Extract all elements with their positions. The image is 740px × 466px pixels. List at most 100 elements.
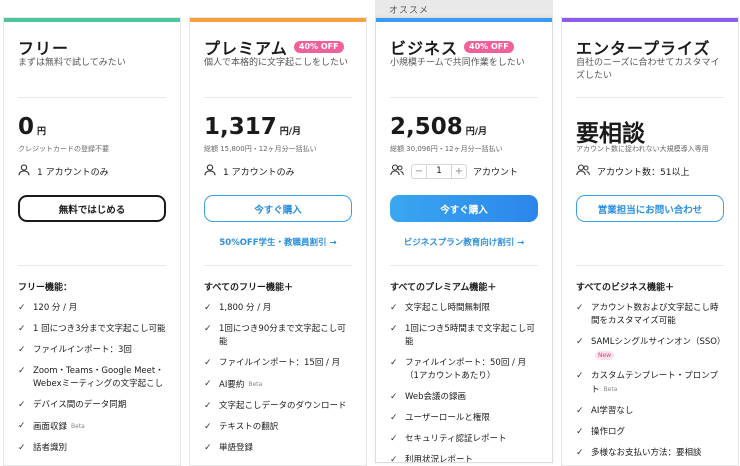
discount-badge: 40% OFF: [464, 41, 514, 53]
plan-accent-bar: [190, 18, 366, 22]
price-value: 0: [18, 114, 35, 140]
feature-label: 話者識別: [33, 443, 68, 453]
discount-badge: 40% OFF: [293, 41, 344, 53]
account-label: アカウント数：51以上: [597, 168, 690, 178]
feature-label: デバイス間のデータ同期: [33, 400, 127, 410]
feature-label: 文字起こし時間無制限: [405, 303, 491, 313]
plan-card-free: フリー まずは無料で試してみたい 0 円クレジットカードの登録不要 1 アカウントのみ無…: [3, 17, 181, 466]
check-icon: ✓: [18, 345, 26, 355]
plan-name: エンタープライズ: [576, 39, 711, 58]
plan-card-enterprise: エンタープライズ 自社のニーズに合わせてカスタマイズしたい 要相談 アカウント数に捉わ…: [561, 17, 739, 466]
account-info: −1 + アカウント: [390, 164, 538, 179]
feature-text: 単語登録: [219, 442, 253, 455]
feature-item: ✓ デバイス間のデータ同期: [18, 399, 166, 412]
cta-button[interactable]: 今すぐ購入: [390, 195, 538, 222]
feature-label: AI学習なし: [591, 406, 634, 416]
feature-item: ✓ 多様なお支払い方法：要相談: [576, 447, 724, 460]
feature-item: ✓ アカウント数および文字起こし時間をカスタマイズ可能: [576, 302, 724, 328]
plan-card-business: ビジネス 40% OFF 小規模チームで共同作業をしたい 2,508 円/月総額 30,…: [375, 17, 553, 463]
features-heading: フリー機能：: [18, 283, 73, 293]
quantity-value[interactable]: 1: [426, 165, 452, 178]
decrement-button[interactable]: −: [412, 165, 426, 178]
feature-label: テキストの翻訳: [219, 422, 279, 432]
check-icon: ✓: [576, 406, 584, 416]
feature-text: ファイルインポート：50回 / 月（1アカウントあたり）: [405, 357, 538, 383]
price-note: 総額 30,096円・12ヶ月分一括払い: [390, 145, 503, 153]
feature-label: ファイルインポート：3回: [33, 345, 132, 355]
check-icon: ✓: [204, 358, 212, 368]
user-icon: [204, 164, 223, 179]
quantity-stepper[interactable]: −1 +: [411, 164, 467, 179]
feature-item: ✓ 文字起こしデータのダウンロード: [204, 400, 352, 413]
beta-tag: Beta: [603, 386, 618, 393]
price-row: 1,317 円/月: [204, 114, 301, 140]
price-row: 2,508 円/月: [390, 114, 487, 140]
check-icon: ✓: [390, 358, 398, 368]
feature-item: ✓ 利用状況レポート: [390, 454, 538, 462]
check-icon: ✓: [204, 422, 212, 432]
divider: [390, 97, 538, 98]
feature-text: ファイルインポート：3回: [33, 344, 132, 357]
feature-text: AI要約 Beta: [219, 378, 262, 392]
price-row: 0円: [18, 114, 46, 140]
check-icon: ✓: [18, 324, 26, 334]
plan-description: 個人で本格的に文字起こしをしたい: [204, 58, 349, 68]
users-icon: [390, 164, 411, 179]
discount-link[interactable]: ビジネスプラン教育向け割引 →: [390, 236, 538, 248]
plan-description: 小規模チームで共同作業をしたい: [390, 58, 525, 68]
check-icon: ✓: [576, 303, 584, 313]
feature-text: 利用状況レポート: [405, 454, 473, 462]
feature-list: ✓ 120 分 / 月 ✓ 1 回につき3分まで文字起こし可能 ✓ ファイルインポート：3…: [18, 302, 166, 455]
feature-text: ユーザーロールと権限: [405, 412, 490, 425]
feature-item: ✓ ファイルインポート：50回 / 月（1アカウントあたり）: [390, 357, 538, 383]
check-icon: ✓: [18, 303, 26, 313]
feature-item: ✓ Web会議の録画: [390, 391, 538, 404]
cta-button[interactable]: 無料ではじめる: [18, 195, 166, 222]
feature-item: ✓ セキュリティ認証レポート: [390, 433, 538, 446]
feature-label: Zoom・Teams・Google Meet・Webexミーティングの文字起こし: [33, 366, 164, 389]
cta-button[interactable]: 営業担当にお問い合わせ: [576, 195, 724, 222]
plan-header: プレミアム 40% OFF: [204, 35, 344, 59]
feature-item: ✓ ファイルインポート：3回: [18, 344, 166, 357]
divider: [576, 97, 724, 98]
feature-item: ✓ カスタムテンプレート・プロンプト Beta: [576, 370, 724, 397]
feature-label: 120 分 / 月: [33, 303, 78, 313]
divider: [204, 265, 352, 266]
price-row: 要相談: [576, 114, 645, 148]
plan-header: ビジネス 40% OFF: [390, 35, 514, 59]
feature-item: ✓ 1 回につき3分まで文字起こし可能: [18, 323, 166, 336]
feature-text: 1回につき5時間まで文字起こし可能: [405, 323, 538, 349]
feature-item: ✓ 操作ログ: [576, 426, 724, 439]
check-icon: ✓: [576, 427, 584, 437]
check-icon: ✓: [204, 303, 212, 313]
feature-item: ✓ Zoom・Teams・Google Meet・Webexミーティングの文字起こ…: [18, 365, 166, 391]
feature-section: すべてのビジネス機能＋ ✓ アカウント数および文字起こし時間をカスタマイズ可能 ✓ SA…: [576, 280, 726, 465]
feature-label: 単語登録: [219, 443, 254, 453]
feature-item: ✓ テキストの翻訳: [204, 421, 352, 434]
divider: [18, 265, 166, 266]
feature-text: テキストの翻訳: [219, 421, 278, 434]
discount-link[interactable]: 50%OFF学生・教職員割引 →: [204, 236, 352, 248]
check-icon: ✓: [18, 443, 26, 453]
feature-text: デバイス間のデータ同期: [33, 399, 126, 412]
feature-section: フリー機能： ✓ 120 分 / 月 ✓ 1 回につき3分まで文字起こし可能 ✓ ファイルイ…: [18, 280, 166, 463]
new-tag: New: [595, 351, 615, 360]
beta-tag: Beta: [71, 423, 85, 430]
feature-text: 1回につき90分まで文字起こし可能: [219, 323, 352, 349]
divider: [576, 265, 724, 266]
cta-button[interactable]: 今すぐ購入: [204, 195, 352, 222]
plan-description: 自社のニーズに合わせてカスタマイズしたい: [576, 58, 720, 81]
feature-item: ✓ 画面収録 Beta: [18, 420, 166, 434]
plan-name: フリー: [18, 39, 70, 58]
check-icon: ✓: [390, 413, 398, 423]
account-label: 1 アカウントのみ: [37, 168, 109, 178]
check-icon: ✓: [576, 371, 584, 381]
feature-item: ✓ SAMLシングルサインオン（SSO） New: [576, 336, 726, 362]
account-label: 1 アカウントのみ: [223, 168, 295, 178]
feature-item: ✓ 単語登録: [204, 442, 352, 455]
increment-button[interactable]: +: [452, 165, 466, 178]
feature-label: ファイルインポート：15回 / 月: [219, 358, 341, 368]
feature-text: SAMLシングルサインオン（SSO） New: [591, 336, 726, 362]
beta-tag: Beta: [248, 381, 263, 388]
feature-label: SAMLシングルサインオン（SSO）: [591, 337, 726, 347]
